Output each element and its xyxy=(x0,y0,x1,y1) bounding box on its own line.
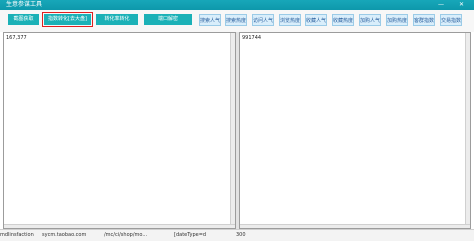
toolbar: 截图获取 指数转化[去大盘] 转化率转化 端口解密 搜索人气 搜索热度 访问人气… xyxy=(0,10,474,32)
window-title-bar: 生意参谋工具 — ✕ xyxy=(0,0,474,10)
bottom-status-strip: mdlinsfaction sycm.taobao.com /mc/ci/sho… xyxy=(0,229,474,241)
left-panel-vertical-scrollbar[interactable] xyxy=(230,33,235,228)
status-item-4: [dateType=d xyxy=(174,232,207,238)
window-title: 生意参谋工具 xyxy=(6,1,43,8)
status-item-3: /mc/ci/shop/mo... xyxy=(104,232,148,238)
left-panel-horizontal-scrollbar[interactable] xyxy=(4,224,235,228)
minimize-button[interactable]: — xyxy=(438,0,444,10)
close-button[interactable]: ✕ xyxy=(459,0,464,10)
right-panel-value: 991744 xyxy=(242,35,262,41)
right-panel-vertical-scrollbar[interactable] xyxy=(465,33,470,228)
status-item-1: mdlinsfaction xyxy=(0,232,34,238)
metric-search-heat[interactable]: 搜索热度 xyxy=(225,14,247,26)
metric-visit-popularity[interactable]: 访问人气 xyxy=(252,14,274,26)
metric-trade-index[interactable]: 交易指数 xyxy=(440,14,462,26)
conversion-rate-button[interactable]: 转化率转化 xyxy=(96,14,138,25)
metric-search-popularity[interactable]: 搜索人气 xyxy=(199,14,221,26)
index-convert-button[interactable]: 指数转化[去大盘] xyxy=(42,12,93,27)
right-output-panel[interactable]: 991744 xyxy=(239,32,471,229)
metric-favorite-popularity[interactable]: 收藏人气 xyxy=(305,14,327,26)
metric-favorite-heat[interactable]: 收藏热度 xyxy=(332,14,354,26)
right-panel-horizontal-scrollbar[interactable] xyxy=(240,224,470,228)
metric-browse-heat[interactable]: 浏览热度 xyxy=(279,14,301,26)
port-decrypt-button[interactable]: 端口解密 xyxy=(144,14,192,25)
metric-cart-popularity[interactable]: 加购人气 xyxy=(359,14,381,26)
status-item-5: 300 xyxy=(236,232,246,238)
left-panel-value: 167,377 xyxy=(6,35,27,41)
metric-cart-heat[interactable]: 加购热度 xyxy=(386,14,408,26)
status-item-2: sycm.taobao.com xyxy=(42,232,87,238)
screenshot-fetch-button[interactable]: 截图获取 xyxy=(8,14,39,25)
metric-customer-index[interactable]: 客群指数 xyxy=(413,14,435,26)
left-input-panel[interactable]: 167,377 xyxy=(3,32,236,229)
